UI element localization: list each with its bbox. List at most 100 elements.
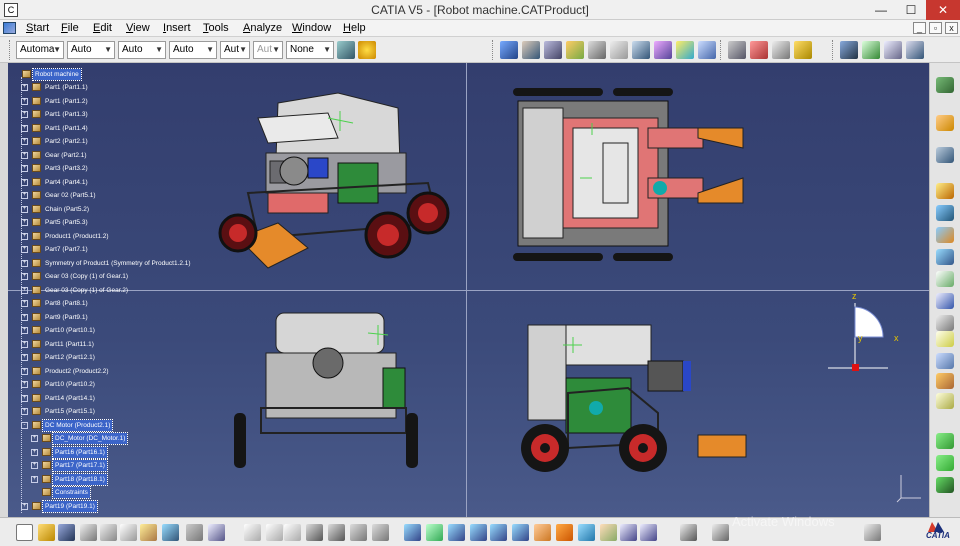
tree-node[interactable]: - DC Motor (Product2.1) bbox=[21, 419, 114, 432]
tree-root-node[interactable]: Robot machine bbox=[22, 68, 82, 81]
color-combo[interactable]: Automa ▼ bbox=[16, 41, 64, 59]
document-restore-button[interactable]: ▫ bbox=[929, 22, 942, 34]
save-icon[interactable] bbox=[58, 524, 75, 541]
graphic-properties-icon[interactable] bbox=[358, 41, 376, 59]
tree-node[interactable]: + Gear 03 (Copy (1) of Gear.1) bbox=[21, 271, 130, 282]
line-thickness-combo[interactable]: Auto ▼ bbox=[118, 41, 166, 59]
macros-icon[interactable] bbox=[372, 524, 389, 541]
tree-node[interactable]: + Symmetry of Product1 (Symmetry of Produ… bbox=[21, 258, 193, 269]
isometric-view-icon[interactable] bbox=[578, 524, 595, 541]
format-painter-icon[interactable] bbox=[337, 41, 355, 59]
reuse-pattern-icon[interactable] bbox=[936, 455, 954, 471]
rotate-icon[interactable] bbox=[470, 524, 487, 541]
coincidence-constraint-icon[interactable] bbox=[840, 41, 858, 59]
maximize-button[interactable]: ☐ bbox=[896, 0, 926, 20]
point-symbol-combo[interactable]: Aut ▼ bbox=[220, 41, 250, 59]
tree-node[interactable]: + Part5 (Part5.3) bbox=[21, 217, 90, 228]
assembly-design-icon[interactable] bbox=[936, 77, 954, 93]
lock-icon[interactable] bbox=[350, 524, 367, 541]
shading-icon[interactable] bbox=[600, 524, 617, 541]
tree-node[interactable]: + Part1 (Part1.1) bbox=[21, 82, 90, 93]
minimize-button[interactable]: — bbox=[866, 0, 896, 20]
search-icon[interactable] bbox=[864, 524, 881, 541]
swap-visible-space-icon[interactable] bbox=[640, 524, 657, 541]
open-folder-icon[interactable] bbox=[38, 524, 55, 541]
text-with-leader-icon[interactable] bbox=[936, 315, 954, 331]
sectioning-icon[interactable] bbox=[936, 227, 954, 243]
capture-icon[interactable] bbox=[680, 524, 697, 541]
replace-component-icon[interactable] bbox=[588, 41, 606, 59]
transparency-combo[interactable]: Auto ▼ bbox=[67, 41, 115, 59]
scene-icon[interactable] bbox=[936, 353, 954, 369]
tree-node[interactable]: + Part10 (Part10.2) bbox=[21, 379, 97, 390]
print-icon[interactable] bbox=[80, 524, 97, 541]
tree-node[interactable]: + Part11 (Part11.1) bbox=[21, 339, 96, 350]
clash-icon[interactable] bbox=[936, 205, 954, 221]
fly-icon[interactable] bbox=[404, 524, 421, 541]
fit-all-icon[interactable] bbox=[426, 524, 443, 541]
offset-constraint-icon[interactable] bbox=[884, 41, 902, 59]
angle-constraint-icon[interactable] bbox=[906, 41, 924, 59]
zoom-in-icon[interactable] bbox=[490, 524, 507, 541]
comment-icon[interactable] bbox=[266, 524, 283, 541]
existing-component-icon[interactable] bbox=[566, 41, 584, 59]
flag-note-icon[interactable] bbox=[936, 331, 954, 347]
catalog-browser-icon[interactable] bbox=[328, 524, 345, 541]
3d-viewport[interactable]: Robot machine + Part1 (Part1.1) + Part1 (P… bbox=[8, 63, 929, 517]
tree-node[interactable]: + Product1 (Product1.2) bbox=[21, 231, 111, 242]
menu-insert[interactable]: Insert bbox=[163, 22, 191, 34]
explode-icon[interactable] bbox=[772, 41, 790, 59]
tree-node[interactable]: + Part12 (Part12.1) bbox=[21, 352, 97, 363]
publication-icon[interactable] bbox=[936, 393, 954, 409]
menu-analyze[interactable]: Analyze bbox=[243, 22, 282, 34]
new-part-icon[interactable] bbox=[544, 41, 562, 59]
paste-icon[interactable] bbox=[140, 524, 157, 541]
menu-view[interactable]: View bbox=[126, 22, 150, 34]
tree-node[interactable]: + Part14 (Part14.1) bbox=[21, 393, 97, 404]
menu-file[interactable]: File bbox=[61, 22, 79, 34]
tree-node[interactable]: + Part1 (Part1.3) bbox=[21, 109, 90, 120]
formula-icon[interactable] bbox=[244, 524, 261, 541]
multi-instantiation-icon[interactable] bbox=[698, 41, 716, 59]
measure-icon[interactable] bbox=[936, 183, 954, 199]
tree-node[interactable]: + Part8 (Part8.1) bbox=[21, 298, 90, 309]
distance-icon[interactable] bbox=[936, 249, 954, 265]
tree-node[interactable]: + Part2 (Part2.1) bbox=[21, 136, 90, 147]
fly-mode-icon[interactable] bbox=[936, 147, 954, 163]
select-arrow-icon[interactable] bbox=[936, 115, 954, 131]
tree-node[interactable]: + Part1 (Part1.2) bbox=[21, 96, 90, 107]
layer-combo[interactable]: None ▼ bbox=[286, 41, 334, 59]
zoom-out-icon[interactable] bbox=[512, 524, 529, 541]
line-type-combo[interactable]: Auto ▼ bbox=[169, 41, 217, 59]
multi-view-icon[interactable] bbox=[556, 524, 573, 541]
document-icon[interactable] bbox=[3, 22, 16, 34]
tree-node[interactable]: + Part10 (Part10.1) bbox=[21, 325, 97, 336]
snap-icon[interactable] bbox=[750, 41, 768, 59]
new-product-icon[interactable] bbox=[522, 41, 540, 59]
tree-node[interactable]: + Part15 (Part15.1) bbox=[21, 406, 97, 417]
tree-node[interactable]: + Product2 (Product2.2) bbox=[21, 366, 111, 377]
copy-icon[interactable] bbox=[120, 524, 137, 541]
tools-palette-icon[interactable] bbox=[712, 524, 729, 541]
tree-node[interactable]: + Part19 (Part19.1) bbox=[21, 500, 98, 513]
tree-node[interactable]: + Part9 (Part9.1) bbox=[21, 312, 90, 323]
toolbar-grip[interactable] bbox=[9, 40, 12, 60]
tree-node[interactable]: + Gear 02 (Part5.1) bbox=[21, 190, 98, 201]
cut-icon[interactable] bbox=[100, 524, 117, 541]
close-button[interactable]: ✕ bbox=[926, 0, 960, 20]
undo-icon[interactable] bbox=[162, 524, 179, 541]
table-icon[interactable] bbox=[306, 524, 323, 541]
redo-icon[interactable] bbox=[186, 524, 203, 541]
toolbar-grip[interactable] bbox=[720, 40, 723, 60]
menu-tools[interactable]: Tools bbox=[203, 22, 229, 34]
selective-load-icon[interactable] bbox=[654, 41, 672, 59]
compass[interactable]: z x y bbox=[828, 291, 908, 383]
annotation-icon[interactable] bbox=[936, 271, 954, 287]
normal-view-icon[interactable] bbox=[534, 524, 551, 541]
move-component-icon[interactable] bbox=[936, 433, 954, 449]
hide-show-icon[interactable] bbox=[620, 524, 637, 541]
catalog-icon[interactable] bbox=[936, 373, 954, 389]
tree-node[interactable]: + Part18 (Part18.1) bbox=[31, 473, 108, 486]
document-minimize-button[interactable]: _ bbox=[913, 22, 926, 34]
tree-node[interactable]: Constraints bbox=[42, 486, 91, 499]
